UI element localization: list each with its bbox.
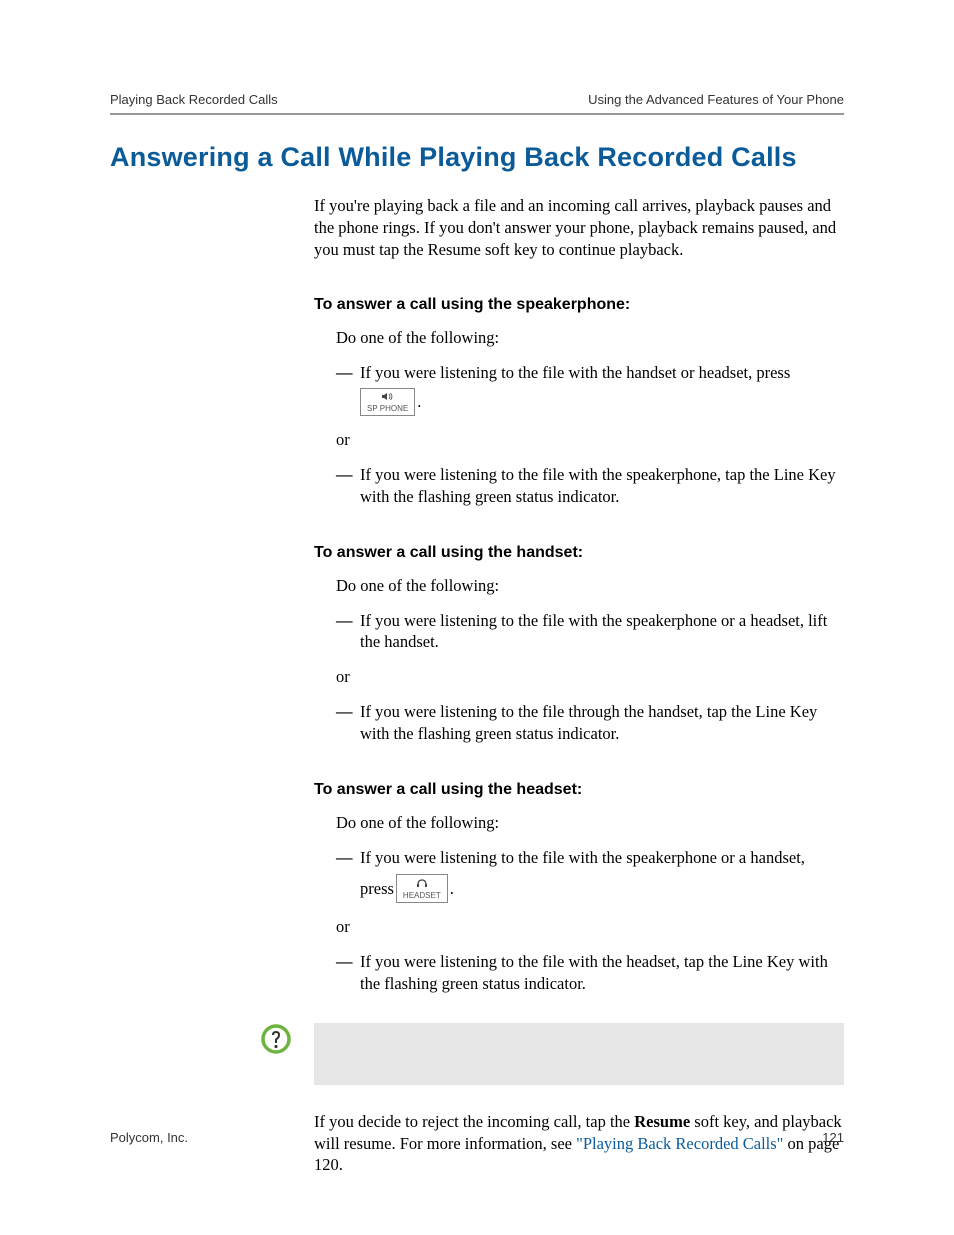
bullet-text: If you were listening to the file with t…: [360, 951, 844, 995]
do-one-text: Do one of the following:: [336, 576, 844, 596]
dash-bullet: —: [336, 610, 360, 654]
bullet-text: If you were listening to the file with t…: [360, 363, 790, 382]
headset-icon: [403, 878, 441, 891]
list-item: — If you were listening to the file with…: [336, 847, 844, 904]
bullet-text-end: .: [417, 391, 421, 413]
footer-company: Polycom, Inc.: [110, 1130, 188, 1145]
dash-bullet: —: [336, 701, 360, 745]
dash-bullet: —: [336, 951, 360, 995]
header-right: Using the Advanced Features of Your Phon…: [588, 92, 844, 107]
list-item: — If you were listening to the file thro…: [336, 701, 844, 745]
list-item: — If you were listening to the file with…: [336, 464, 844, 508]
footer-page-number: 121: [822, 1130, 844, 1145]
bullet-text: If you were listening to the file with t…: [360, 464, 844, 508]
section-title: Answering a Call While Playing Back Reco…: [110, 142, 844, 173]
key-label: HEADSET: [403, 891, 441, 900]
bullet-text: If you were listening to the file with t…: [360, 610, 844, 654]
speaker-icon: [367, 392, 408, 404]
header-left: Playing Back Recorded Calls: [110, 92, 278, 107]
key-label: SP PHONE: [367, 404, 408, 413]
list-item: — If you were listening to the file with…: [336, 610, 844, 654]
note-callout: [110, 1023, 844, 1085]
bullet-text: If you were listening to the file with t…: [360, 848, 805, 867]
do-one-text: Do one of the following:: [336, 328, 844, 348]
resume-bold: Resume: [634, 1112, 690, 1131]
dash-bullet: —: [336, 464, 360, 508]
headset-key: HEADSET: [396, 874, 448, 903]
list-item: — If you were listening to the file with…: [336, 951, 844, 995]
bullet-text-end: .: [450, 878, 454, 900]
dash-bullet: —: [336, 847, 360, 904]
header-rule: [110, 113, 844, 115]
or-text: or: [336, 917, 844, 937]
dash-bullet: —: [336, 362, 360, 416]
note-body: [314, 1023, 844, 1085]
sp-phone-key: SP PHONE: [360, 388, 415, 416]
bullet-text: If you were listening to the file throug…: [360, 701, 844, 745]
intro-paragraph: If you're playing back a file and an inc…: [314, 195, 844, 260]
do-one-text: Do one of the following:: [336, 813, 844, 833]
tip-icon: [260, 1023, 292, 1060]
or-text: or: [336, 430, 844, 450]
final-text-1: If you decide to reject the incoming cal…: [314, 1112, 634, 1131]
or-text: or: [336, 667, 844, 687]
list-item: — If you were listening to the file with…: [336, 362, 844, 416]
subheading-speakerphone: To answer a call using the speakerphone:: [314, 296, 844, 314]
bullet-text-press: press: [360, 878, 394, 900]
subheading-handset: To answer a call using the handset:: [314, 544, 844, 562]
subheading-headset: To answer a call using the headset:: [314, 781, 844, 799]
